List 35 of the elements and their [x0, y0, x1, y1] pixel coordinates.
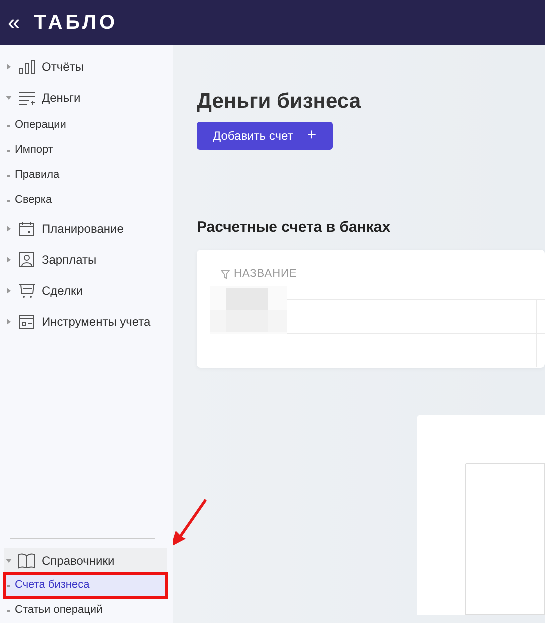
- bar-chart-icon: [18, 58, 36, 74]
- sidebar-section[interactable]: Справочники: [4, 548, 167, 573]
- person-card-icon: [18, 252, 36, 268]
- expand-arrow-icon[interactable]: [6, 226, 12, 232]
- collapse-icon[interactable]: «: [8, 12, 20, 34]
- sidebar-section[interactable]: Отчёты: [42, 58, 84, 76]
- plus-icon: +: [307, 128, 317, 144]
- section-title: Расчетные счета в банках: [197, 218, 392, 238]
- sidebar-section[interactable]: Сделки: [42, 282, 83, 300]
- sidebar-item[interactable]: Импорт: [0, 138, 173, 163]
- logo: ТАБЛО: [34, 10, 118, 36]
- sidebar-item[interactable]: Счета бизнеса: [4, 573, 167, 598]
- list-icon: [18, 90, 36, 106]
- sidebar-item[interactable]: Статьи операций: [0, 598, 173, 623]
- expand-arrow-icon[interactable]: [6, 558, 12, 564]
- page-title: Деньги бизнеса: [197, 89, 362, 114]
- filter-icon[interactable]: [221, 270, 230, 279]
- annotation-arrow: [173, 497, 209, 549]
- sidebar-section[interactable]: Планирование: [42, 220, 124, 238]
- sidebar-item[interactable]: Правила: [0, 163, 173, 188]
- sidebar-item[interactable]: Операции: [0, 113, 173, 138]
- expand-arrow-icon[interactable]: [6, 256, 12, 262]
- book-icon: [18, 552, 36, 568]
- add-account-button[interactable]: Добавить счет +: [197, 122, 333, 150]
- expand-arrow-icon[interactable]: [6, 94, 12, 100]
- sidebar-item[interactable]: Сверка: [0, 188, 173, 213]
- expand-arrow-icon[interactable]: [6, 64, 12, 70]
- sidebar-section[interactable]: Деньги: [42, 88, 81, 106]
- expand-arrow-icon[interactable]: [6, 288, 12, 294]
- cart-icon: [18, 282, 36, 298]
- sidebar-section[interactable]: Зарплаты: [42, 250, 97, 268]
- sidebar-section[interactable]: Инструменты учета: [42, 312, 151, 330]
- expand-arrow-icon[interactable]: [6, 318, 12, 324]
- calendar-icon: [18, 220, 36, 236]
- card-icon: [18, 314, 36, 330]
